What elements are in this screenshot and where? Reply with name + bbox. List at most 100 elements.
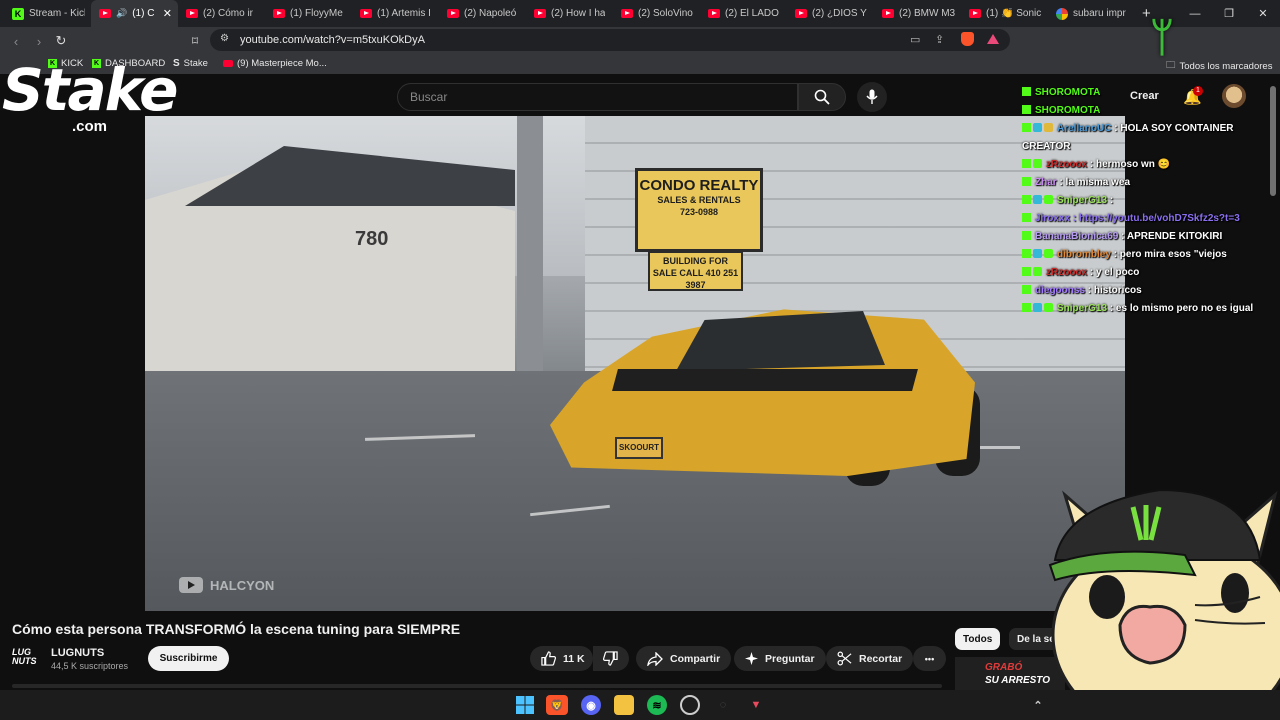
tab-google[interactable]: subaru impr <box>1048 0 1134 27</box>
youtube-icon <box>708 9 720 18</box>
chat-link[interactable]: : https://youtu.be/vohD7Skfz2s?t=3 <box>1073 213 1240 224</box>
ask-button[interactable]: Preguntar <box>734 646 826 671</box>
cast-icon[interactable]: ▭ <box>910 33 920 46</box>
chat-text: : HOLA SOY CONTAINER CREATOR <box>1022 123 1234 152</box>
bookmarks-bar: K KICK K DASHBOARD S Stake (9) Masterpiece … <box>0 54 1280 74</box>
chat-message: BananaBionica69 : APRENDE KITOKIRI <box>1022 228 1260 246</box>
microphone-icon <box>866 89 878 104</box>
chat-text: : la misma wea <box>1059 177 1131 188</box>
youtube-icon <box>186 9 198 18</box>
bookmark-masterpiece[interactable]: (9) Masterpiece Mo... <box>223 58 327 69</box>
tab-youtube[interactable]: (1) 👏 Sonic <box>961 0 1048 27</box>
tab-label: (2) Napoleó <box>464 8 517 19</box>
chat-user: BananaBionica69 <box>1035 231 1119 242</box>
close-window-icon[interactable]: ✕ <box>1246 0 1280 27</box>
tab-youtube[interactable]: (2) Napoleó <box>439 0 526 27</box>
sparkle-icon <box>745 652 758 665</box>
channel-logo[interactable]: LUG NUTS <box>12 648 42 670</box>
chat-message: dibrombley : pero mira esos "viejos <box>1022 246 1260 264</box>
sign-phone: 723-0988 <box>679 207 719 217</box>
thumbnail-text-white: SU ARRESTO <box>985 675 1051 686</box>
thumbs-down-icon <box>603 651 618 666</box>
search-placeholder: Buscar <box>410 90 448 104</box>
share-icon[interactable]: ⇪ <box>935 33 944 46</box>
voice-search-button[interactable] <box>857 82 887 112</box>
tab-label: (2) BMW M3 <box>899 8 955 19</box>
tab-youtube[interactable]: (1) FloyyMe <box>265 0 352 27</box>
kick-badge-icon <box>1022 195 1031 204</box>
channel-name[interactable]: LUGNUTS <box>51 647 104 659</box>
chat-message: SniperG13 : <box>1022 192 1260 210</box>
site-info-icon[interactable]: ⚙ <box>220 33 229 44</box>
share-button[interactable]: Compartir <box>636 646 732 671</box>
description-box-edge <box>12 684 942 688</box>
chat-message: SniperG13 : es lo mismo pero no es igual <box>1022 300 1260 318</box>
tab-youtube[interactable]: (2) Cómo ir <box>178 0 265 27</box>
video-watermark: HALCYON <box>179 577 274 593</box>
verified-badge-icon <box>1033 267 1042 276</box>
tab-youtube[interactable]: (2) How I ha <box>526 0 613 27</box>
restore-icon[interactable]: ❐ <box>1212 0 1246 27</box>
tab-label: (1) 👏 Sonic <box>986 8 1042 19</box>
dislike-button[interactable] <box>593 646 629 671</box>
stake-logo-word: Stake <box>2 56 178 124</box>
file-explorer-icon[interactable] <box>614 695 634 715</box>
subscriber-badge-icon <box>1033 249 1042 258</box>
verified-badge-icon <box>1033 159 1042 168</box>
steam-icon[interactable] <box>680 695 700 715</box>
audio-icon[interactable]: 🔊 <box>116 8 127 19</box>
close-tab-icon[interactable]: ✕ <box>163 7 172 20</box>
chat-message: zRzooox : hermoso wn 😊 <box>1022 156 1260 174</box>
subscriber-badge-icon <box>1033 195 1042 204</box>
tab-kick-stream[interactable]: K Stream - Kick <box>4 0 91 27</box>
chat-user: Jiroxxx <box>1035 213 1071 224</box>
discord-icon[interactable]: ◉ <box>581 695 601 715</box>
tab-label: (2) SoloVino <box>638 8 693 19</box>
chat-message: SHOROMOTA <box>1022 102 1260 120</box>
tab-label: (1) FloyyMe <box>290 8 343 19</box>
obs-icon[interactable]: ◌ <box>713 695 733 715</box>
windows-logo-icon <box>516 696 534 714</box>
like-button[interactable]: 11 K <box>530 646 593 671</box>
search-button[interactable] <box>798 83 846 111</box>
tab-youtube[interactable]: (2) ¿DIOS Y <box>787 0 874 27</box>
bookmark-stake[interactable]: S Stake <box>173 58 208 69</box>
spotify-icon[interactable]: ≋ <box>647 695 667 715</box>
kick-icon: K <box>12 7 24 20</box>
subscribe-button[interactable]: Suscribirme <box>148 646 229 671</box>
chevron-up-icon[interactable]: ⌃ <box>1028 695 1048 715</box>
windows-start-icon[interactable] <box>515 695 535 715</box>
chat-user: zRzooox <box>1046 159 1088 170</box>
chat-text: : hermoso wn 😊 <box>1089 159 1171 170</box>
tab-youtube[interactable]: (2) BMW M3 <box>874 0 961 27</box>
brave-shield-icon[interactable] <box>961 32 974 46</box>
scrollbar[interactable] <box>1270 86 1276 196</box>
forward-icon[interactable]: › <box>28 30 50 52</box>
search-input[interactable]: Buscar <box>397 83 798 111</box>
tab-youtube-active[interactable]: 🔊 (1) C ✕ <box>91 0 178 27</box>
tab-label: (1) Artemis I <box>377 8 431 19</box>
back-icon[interactable]: ‹ <box>5 30 27 52</box>
tab-youtube[interactable]: (2) SoloVino <box>613 0 700 27</box>
filter-chip-all[interactable]: Todos <box>955 628 1001 650</box>
reload-icon[interactable]: ↻ <box>50 30 72 52</box>
clip-button[interactable]: Recortar <box>826 646 914 671</box>
brave-rewards-icon[interactable] <box>987 34 999 44</box>
verified-badge-icon <box>1044 249 1053 258</box>
address-bar: ‹ › ↻ ⌑ ⚙ youtube.com/watch?v=m5txuKOkDy… <box>0 27 1280 73</box>
video-sign-sale: BUILDING FOR SALE CALL 410 251 3987 <box>648 251 743 291</box>
chat-text: : pero mira esos "viejos <box>1113 249 1227 260</box>
kick-badge-icon <box>1022 249 1031 258</box>
thumbnail-text: GRABÓ SU ARRESTO <box>985 661 1050 687</box>
video-player[interactable]: 780 CONDO REALTY SALES & RENTALS 723-0988 … <box>145 116 1125 611</box>
kick-badge-icon <box>1022 231 1031 240</box>
more-actions-button[interactable]: ••• <box>913 646 946 671</box>
url-field[interactable]: ⚙ youtube.com/watch?v=m5txuKOkDyA ▭ ⇪ <box>210 29 1010 51</box>
valorant-icon[interactable]: ▼ <box>746 695 766 715</box>
tab-youtube[interactable]: (1) Artemis I <box>352 0 439 27</box>
tab-label: (2) ¿DIOS Y <box>812 8 867 19</box>
kick-badge-icon <box>1022 303 1031 312</box>
brave-browser-icon[interactable]: 🦁 <box>546 695 568 715</box>
bookmark-icon[interactable]: ⌑ <box>184 30 206 52</box>
tab-youtube[interactable]: (2) El LADO <box>700 0 787 27</box>
